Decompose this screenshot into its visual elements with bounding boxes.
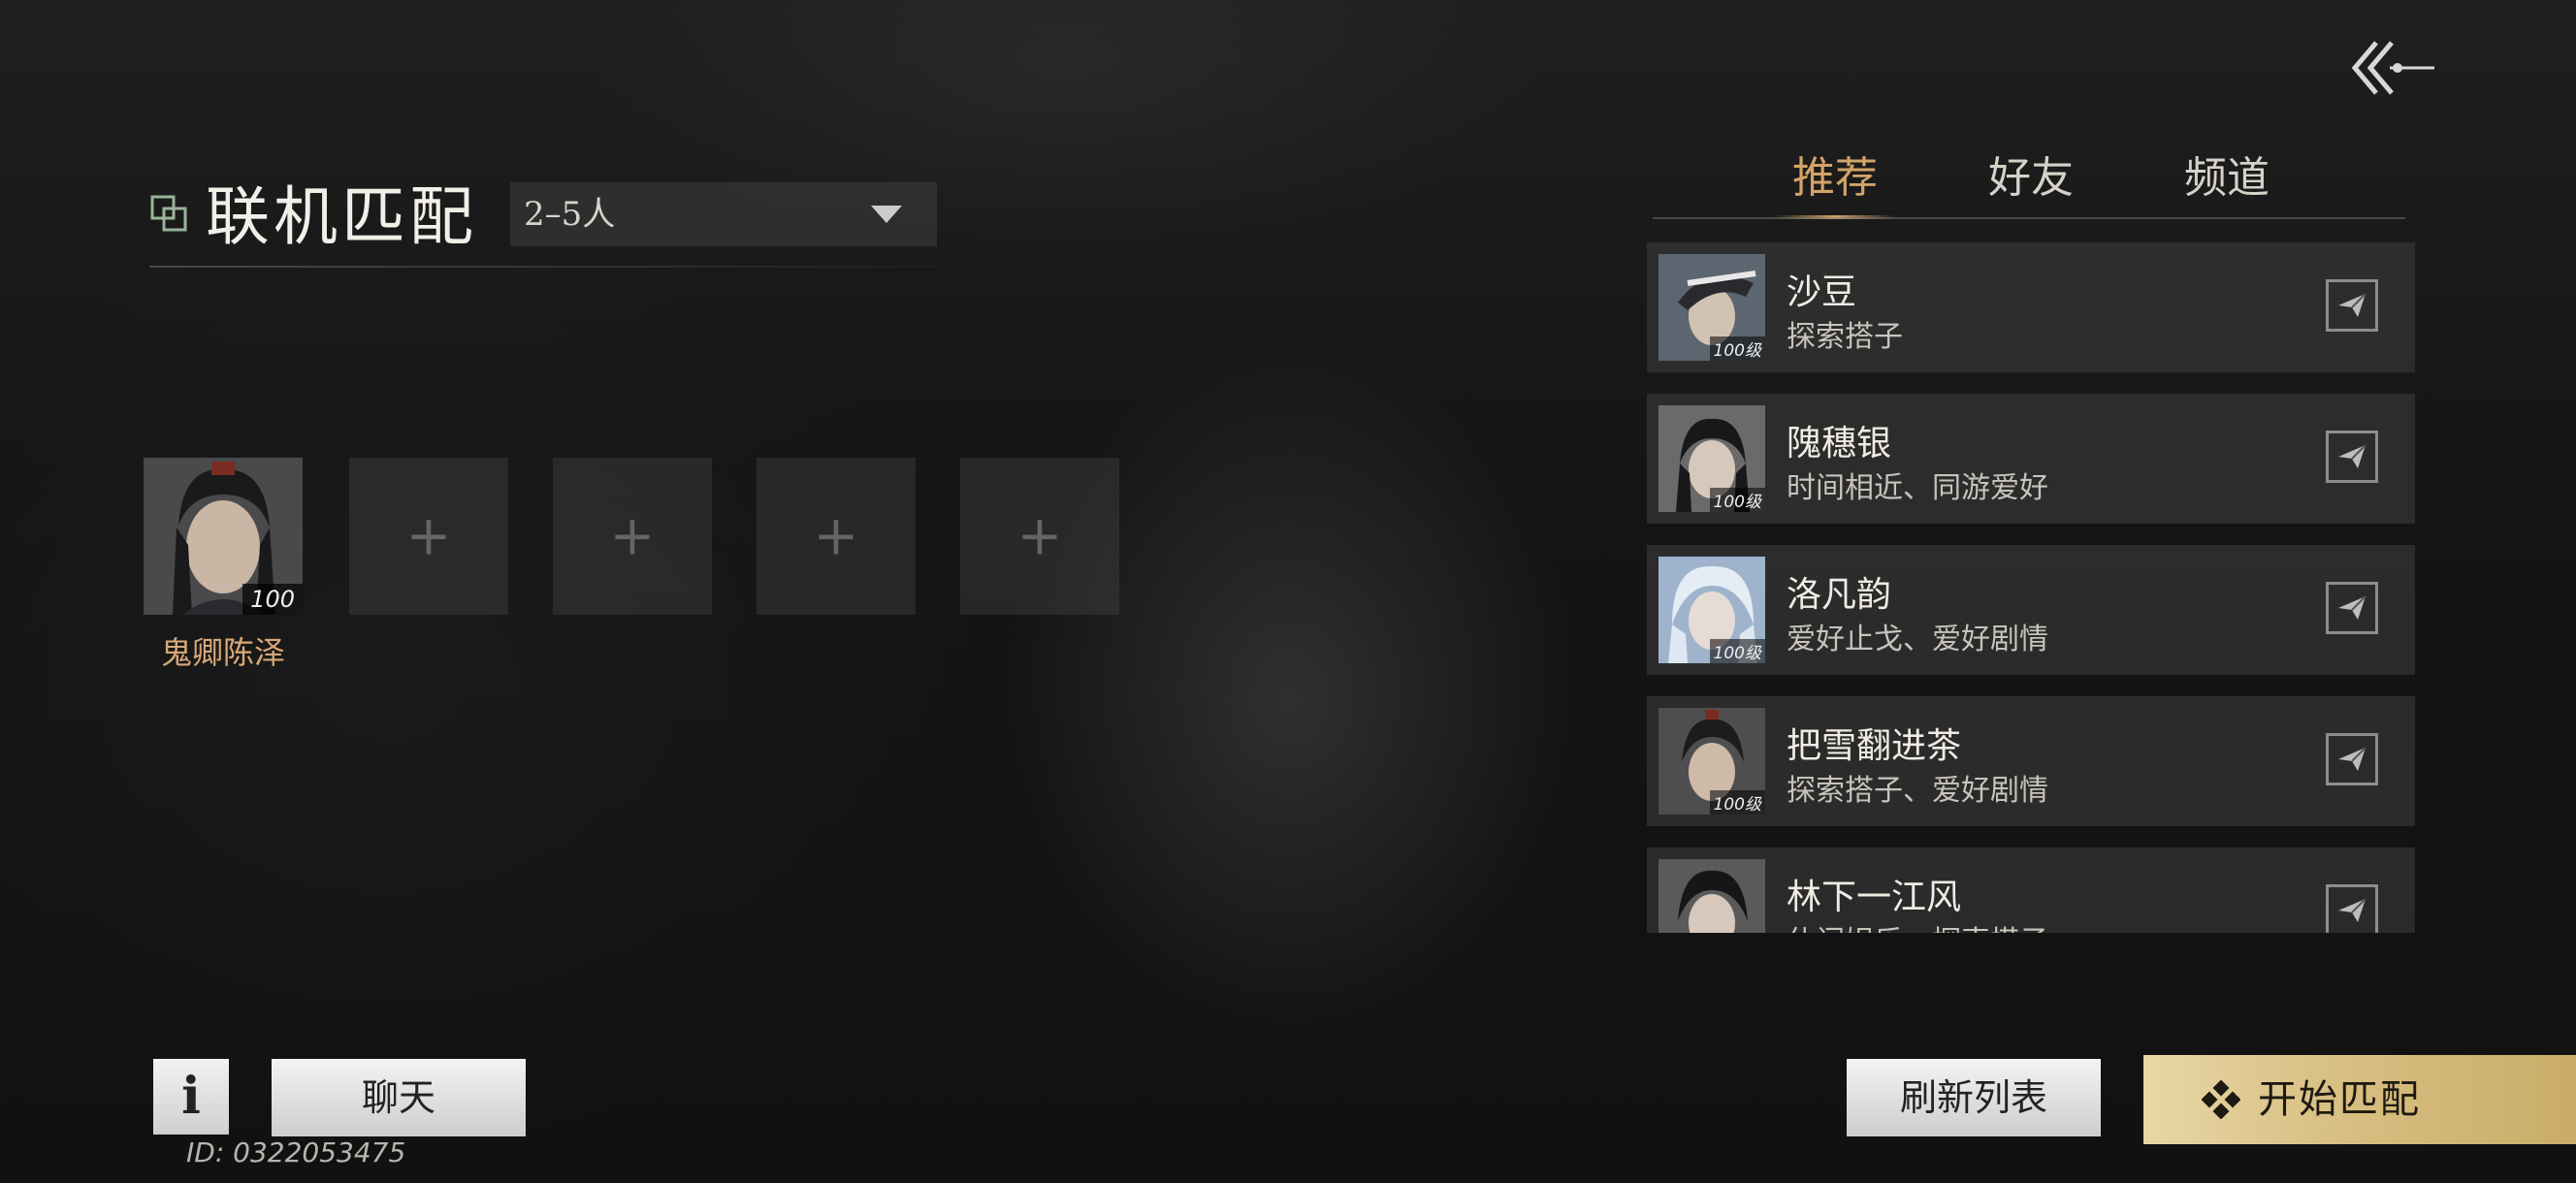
paper-plane-icon: [2338, 747, 2367, 771]
party-slot-empty[interactable]: +: [960, 458, 1119, 615]
plus-icon: +: [609, 504, 656, 568]
invite-button[interactable]: [2326, 431, 2378, 483]
avatar: 100级: [1658, 405, 1765, 512]
paper-plane-icon: [2338, 898, 2367, 922]
party-size-value: 2–5人: [524, 195, 616, 234]
party-slot-empty[interactable]: +: [553, 458, 712, 615]
player-name: 沙豆: [1787, 272, 1857, 312]
user-id: ID: 0322053475: [186, 1136, 406, 1168]
party-size-dropdown[interactable]: 2–5人: [510, 182, 937, 246]
invite-button[interactable]: [2326, 733, 2378, 785]
player-level-badge: 100: [242, 584, 303, 615]
player-tags: 探索搭子、爱好剧情: [1787, 774, 2048, 808]
player-name: 林下一江风: [1787, 878, 1962, 917]
invite-button[interactable]: [2326, 884, 2378, 933]
level-badge: 100级: [1709, 790, 1765, 815]
player-name: 洛凡韵: [1787, 575, 1892, 615]
back-arrow-icon[interactable]: [2347, 33, 2438, 103]
level-badge: 100级: [1709, 488, 1765, 512]
party-leader-name: 鬼卿陈泽: [160, 634, 285, 671]
player-tags: 时间相近、同游爱好: [1787, 471, 2048, 505]
list-item[interactable]: 100级 把雪翻进茶 探索搭子、爱好剧情: [1647, 696, 2415, 826]
list-item[interactable]: 100级 沙豆 探索搭子: [1647, 242, 2415, 372]
info-icon: i: [181, 1067, 201, 1126]
refresh-list-button[interactable]: 刷新列表: [1847, 1059, 2101, 1136]
mode-header: 联机匹配 2–5人: [149, 175, 937, 268]
invite-button[interactable]: [2326, 582, 2378, 634]
paper-plane-icon: [2338, 595, 2367, 620]
chat-button[interactable]: 聊天: [272, 1059, 526, 1136]
plus-icon: +: [1016, 504, 1063, 568]
recommend-list[interactable]: 100级 沙豆 探索搭子 100级 隗穗银 时间相近、同游爱好 100级 洛凡韵…: [1647, 242, 2415, 933]
start-matching-button[interactable]: 开始匹配: [2143, 1055, 2576, 1144]
avatar: 100级: [1658, 708, 1765, 815]
header-divider: [149, 266, 937, 268]
party-slot-empty[interactable]: +: [757, 458, 916, 615]
plus-icon: +: [405, 504, 452, 568]
page-title: 联机匹配: [206, 179, 477, 254]
paper-plane-icon: [2338, 444, 2367, 468]
list-item[interactable]: 林下一江风 休闲娱乐、探索搭子: [1647, 847, 2415, 933]
link-squares-icon: [150, 195, 187, 232]
player-tags: 探索搭子: [1787, 320, 1903, 354]
avatar: 100级: [1658, 254, 1765, 361]
tab-channel[interactable]: 频道: [2130, 144, 2324, 213]
paper-plane-icon: [2338, 293, 2367, 317]
player-tags: 爱好止戈、爱好剧情: [1787, 623, 2048, 656]
start-matching-label: 开始匹配: [2258, 1077, 2421, 1122]
player-name: 把雪翻进茶: [1787, 726, 1962, 766]
diamond-icon: [2202, 1080, 2240, 1119]
chevron-down-icon: [871, 206, 902, 223]
list-item[interactable]: 100级 隗穗银 时间相近、同游爱好: [1647, 394, 2415, 524]
tab-bar: 推荐 好友 频道: [1653, 144, 2405, 219]
avatar: 100级: [1658, 557, 1765, 663]
list-item[interactable]: 100级 洛凡韵 爱好止戈、爱好剧情: [1647, 545, 2415, 675]
info-button[interactable]: i: [153, 1059, 229, 1135]
tab-recommend[interactable]: 推荐: [1738, 144, 1932, 219]
plus-icon: +: [813, 504, 859, 568]
player-tags: 休闲娱乐、探索搭子: [1787, 917, 2048, 933]
invite-button[interactable]: [2326, 279, 2378, 332]
tab-friends[interactable]: 好友: [1934, 144, 2128, 213]
party-slot-empty[interactable]: +: [349, 458, 508, 615]
party-slot-leader[interactable]: 100: [144, 458, 303, 615]
tab-divider: [1653, 217, 2405, 219]
avatar: [1658, 859, 1765, 933]
player-name: 隗穗银: [1787, 424, 1892, 464]
level-badge: 100级: [1709, 336, 1765, 361]
level-badge: 100级: [1709, 639, 1765, 663]
